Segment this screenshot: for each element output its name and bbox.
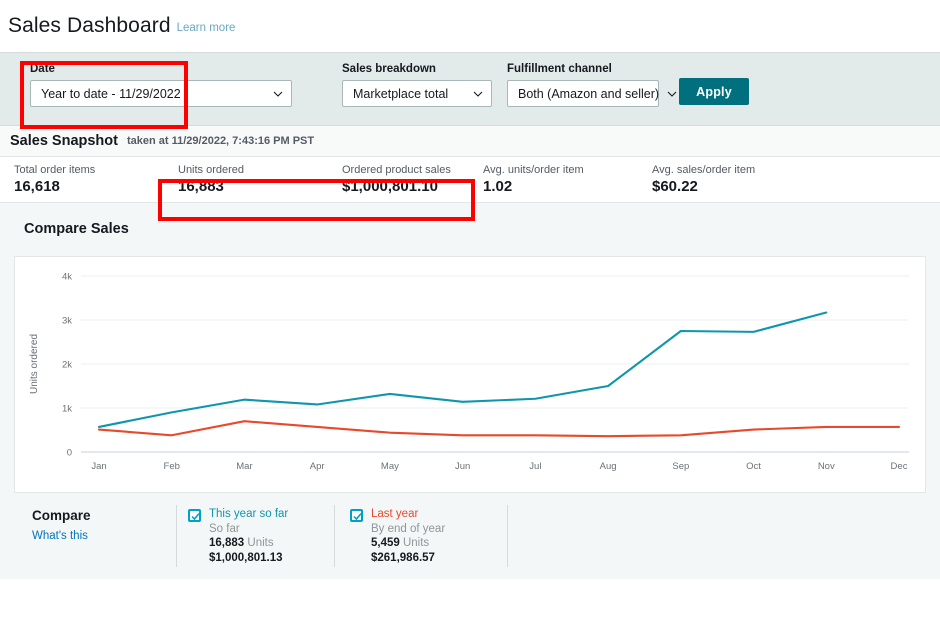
legend-divider (176, 505, 177, 567)
date-select-value: Year to date - 11/29/2022 (41, 86, 181, 101)
svg-text:Jan: Jan (91, 461, 106, 472)
sales-breakdown-select[interactable]: Marketplace total (342, 80, 492, 107)
metric-label: Total order items (14, 164, 96, 176)
learn-more-link[interactable]: Learn more (177, 22, 236, 34)
svg-text:Jun: Jun (455, 461, 470, 472)
fulfillment-channel-value: Both (Amazon and seller) (518, 86, 660, 101)
checkbox-this-year[interactable] (188, 509, 201, 522)
legend-units-value: 5,459 (371, 537, 400, 549)
svg-text:Apr: Apr (310, 461, 325, 472)
legend-units-word: Units (402, 537, 430, 549)
svg-text:Jul: Jul (529, 461, 541, 472)
fulfillment-channel-select[interactable]: Both (Amazon and seller) (507, 80, 677, 107)
svg-text:Aug: Aug (600, 461, 617, 472)
svg-text:May: May (381, 461, 399, 472)
svg-text:0: 0 (67, 448, 72, 459)
sales-breakdown-value: Marketplace total (353, 86, 449, 101)
legend-series-amount: $261,986.57 (371, 551, 435, 564)
metric-avg-units-per-order-item: Avg. units/order item 1.02 (469, 164, 638, 195)
metric-value: 1.02 (483, 178, 513, 195)
compare-label: Compare (32, 508, 91, 523)
legend-item-this-year[interactable]: This year so far So far 16,883 Units $1,… (188, 507, 288, 565)
legend-series-amount: $1,000,801.13 (209, 551, 283, 564)
svg-text:Sep: Sep (672, 461, 689, 472)
legend-series-units: 16,883 Units (209, 536, 288, 551)
legend-text-last-year: Last year By end of year 5,459 Units $26… (371, 507, 445, 565)
sales-breakdown-filter-group: Sales breakdown Marketplace total (342, 63, 492, 107)
svg-text:Units ordered: Units ordered (29, 334, 40, 394)
sales-snapshot-title: Sales Snapshot (10, 133, 118, 149)
metric-value: $1,000,801.10 (342, 178, 438, 195)
chevron-down-icon (667, 89, 677, 99)
svg-text:1k: 1k (62, 404, 72, 415)
fulfillment-channel-label: Fulfillment channel (507, 63, 612, 75)
metric-value: 16,883 (178, 178, 224, 195)
metric-label: Avg. units/order item (483, 164, 584, 176)
svg-text:4k: 4k (62, 272, 72, 283)
svg-text:Dec: Dec (891, 461, 908, 472)
sales-breakdown-label: Sales breakdown (342, 63, 436, 75)
legend-series-name: Last year (371, 508, 419, 520)
svg-text:Oct: Oct (746, 461, 761, 472)
metric-label: Units ordered (178, 164, 245, 176)
chevron-down-icon (473, 89, 483, 99)
fulfillment-channel-filter-group: Fulfillment channel Both (Amazon and sel… (507, 63, 677, 107)
compare-legend-left: Compare What's this (32, 508, 91, 542)
sales-snapshot-header: Sales Snapshot taken at 11/29/2022, 7:43… (0, 126, 940, 157)
page-title: Sales Dashboard (8, 14, 171, 37)
svg-text:Mar: Mar (236, 461, 252, 472)
legend-divider (507, 505, 508, 567)
apply-button[interactable]: Apply (679, 78, 749, 105)
metric-value: $60.22 (652, 178, 698, 195)
metric-value: 16,618 (14, 178, 60, 195)
svg-text:Nov: Nov (818, 461, 835, 472)
legend-series-period: By end of year (371, 522, 446, 535)
date-filter-label: Date (30, 63, 55, 75)
whats-this-link[interactable]: What's this (32, 530, 91, 542)
compare-sales-chart[interactable]: 0 1k 2k 3k 4k Units ordered Jan Feb Mar Apr May Jun… (14, 256, 926, 493)
compare-legend-footer: Compare What's this This year so far So … (0, 496, 940, 579)
metrics-row: Total order items 16,618 Units ordered 1… (0, 157, 940, 203)
legend-divider (334, 505, 335, 567)
chevron-down-icon (273, 89, 283, 99)
legend-series-period: So far (209, 522, 240, 535)
metric-total-order-items: Total order items 16,618 (0, 164, 164, 195)
compare-sales-panel: Compare Sales 0 1k 2k 3k 4k Units ordered Jan F… (0, 203, 940, 579)
sales-snapshot-timestamp: taken at 11/29/2022, 7:43:16 PM PST (126, 135, 315, 147)
legend-units-word: Units (247, 537, 274, 549)
metric-units-ordered: Units ordered 16,883 (164, 164, 328, 195)
legend-series-name: This year so far (209, 508, 289, 520)
filter-bar: Date Year to date - 11/29/2022 Sales bre… (0, 52, 940, 126)
page-header: Sales Dashboard Learn more (0, 0, 940, 52)
svg-text:3k: 3k (62, 316, 72, 327)
legend-text-this-year: This year so far So far 16,883 Units $1,… (209, 507, 288, 565)
metric-avg-sales-per-order-item: Avg. sales/order item $60.22 (638, 164, 818, 195)
metric-label: Avg. sales/order item (652, 164, 756, 176)
metric-label: Ordered product sales (342, 164, 451, 176)
line-chart-svg: 0 1k 2k 3k 4k Units ordered Jan Feb Mar Apr May Jun… (29, 272, 909, 472)
checkbox-last-year[interactable] (350, 509, 363, 522)
legend-series-units: 5,459 Units (371, 536, 445, 551)
legend-item-last-year[interactable]: Last year By end of year 5,459 Units $26… (350, 507, 445, 565)
legend-units-value: 16,883 (209, 537, 245, 549)
svg-text:Feb: Feb (164, 461, 180, 472)
metric-ordered-product-sales: Ordered product sales $1,000,801.10 (328, 164, 469, 195)
date-filter-group: Date Year to date - 11/29/2022 (30, 63, 292, 107)
svg-text:2k: 2k (62, 360, 72, 371)
date-select[interactable]: Year to date - 11/29/2022 (30, 80, 292, 107)
compare-sales-heading: Compare Sales (24, 221, 129, 237)
